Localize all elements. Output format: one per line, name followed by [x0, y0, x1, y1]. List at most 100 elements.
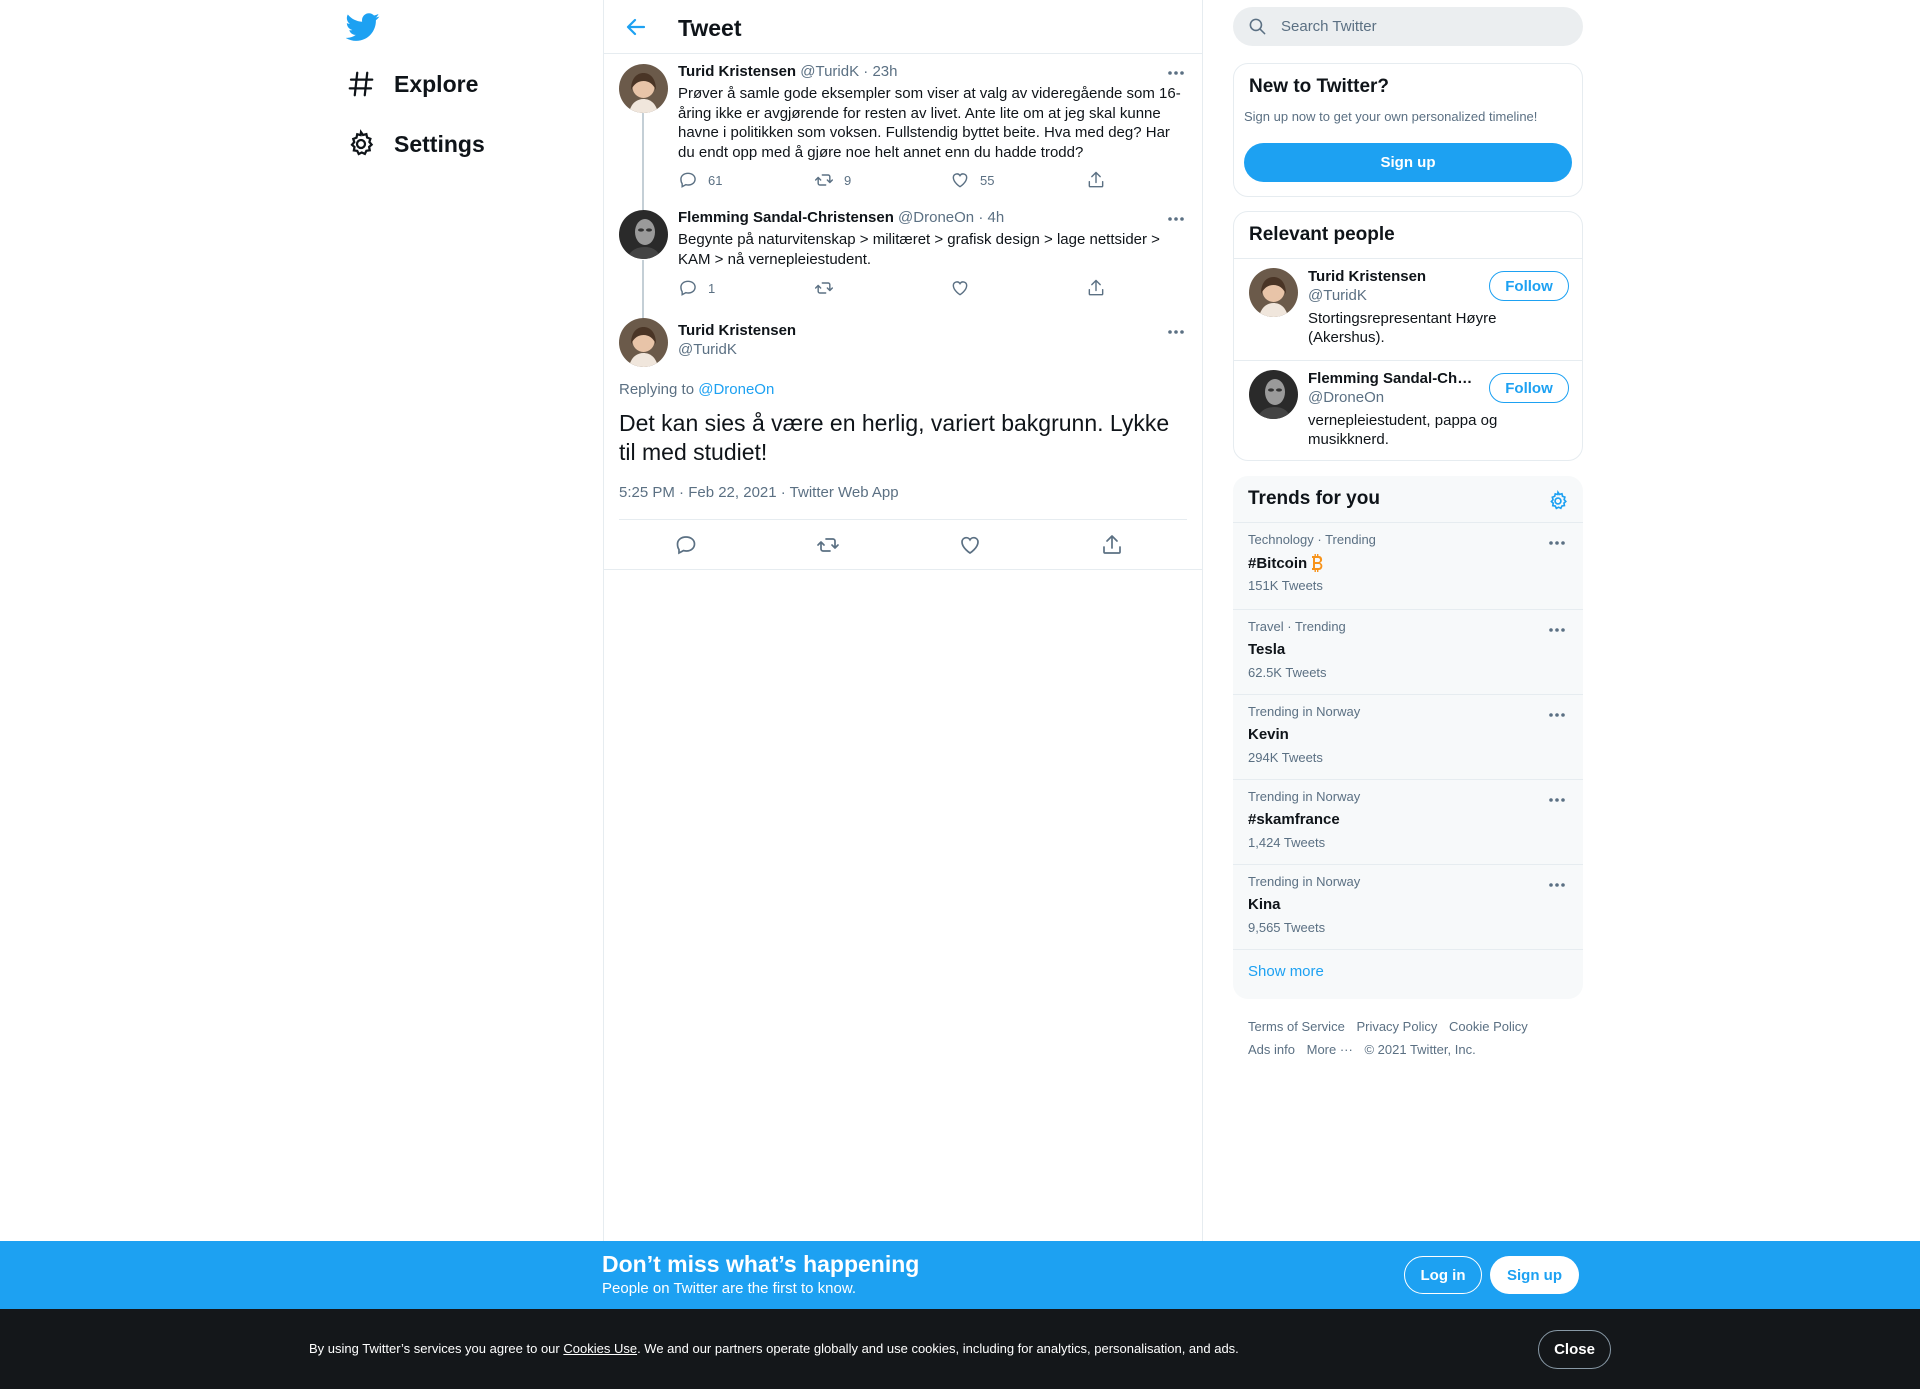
- footer-link-terms[interactable]: Terms of Service: [1248, 1019, 1345, 1034]
- heart-icon[interactable]: [958, 533, 982, 557]
- thread-connector: [642, 200, 644, 210]
- cookie-text: By using Twitter’s services you agree to…: [309, 1341, 1239, 1356]
- more-options-icon[interactable]: [1164, 211, 1188, 227]
- avatar[interactable]: [1249, 370, 1298, 419]
- more-options-icon[interactable]: [1545, 535, 1569, 551]
- author-name[interactable]: Turid Kristensen: [678, 322, 796, 339]
- show-more-link[interactable]: Show more: [1248, 963, 1324, 980]
- person-item[interactable]: Flemming Sandal-Christensen @DroneOn ver…: [1234, 360, 1582, 460]
- author-name-text[interactable]: Turid Kristensen: [678, 322, 796, 339]
- column-header: Tweet: [604, 0, 1202, 54]
- author-name[interactable]: Flemming Sandal-Christensen: [678, 209, 894, 226]
- retweet-icon[interactable]: [816, 533, 840, 557]
- nav-explore[interactable]: Explore: [346, 59, 478, 109]
- retweet-button[interactable]: [814, 278, 844, 298]
- dot-separator: ·: [978, 209, 984, 226]
- relevant-people-card: Relevant people Turid Kristensen @TuridK…: [1233, 211, 1583, 461]
- signup-card-title: New to Twitter?: [1249, 76, 1390, 97]
- avatar[interactable]: [619, 318, 668, 367]
- divider: [1233, 949, 1583, 950]
- trends-card: Trends for you Technology · Trending #Bi…: [1233, 476, 1583, 999]
- more-options-icon[interactable]: [1545, 877, 1569, 893]
- settings-gear-icon[interactable]: [1547, 490, 1569, 512]
- person-item[interactable]: Turid Kristensen @TuridK Stortingsrepres…: [1234, 258, 1582, 360]
- tweet-time[interactable]: 23h: [872, 63, 897, 80]
- share-button[interactable]: [1086, 278, 1116, 298]
- footer-link-privacy[interactable]: Privacy Policy: [1356, 1019, 1437, 1034]
- footer-link-more[interactable]: More ···: [1307, 1042, 1353, 1057]
- trend-name: #Bitcoin: [1248, 554, 1308, 572]
- trend-tweet-count: 294K Tweets: [1248, 750, 1323, 765]
- thread-tweet[interactable]: Turid Kristensen @TuridK · 23h Prøver å …: [604, 55, 1202, 201]
- share-button[interactable]: [1086, 170, 1116, 190]
- trend-item[interactable]: Trending in Norway Kevin 294K Tweets: [1233, 694, 1583, 779]
- nav-settings-label: Settings: [394, 130, 485, 157]
- footer-links: Terms of Service Privacy Policy Cookie P…: [1248, 1015, 1578, 1061]
- cookie-text-after: . We and our partners operate globally a…: [637, 1341, 1239, 1356]
- twitter-logo-icon[interactable]: [346, 10, 386, 44]
- author-handle[interactable]: @TuridK: [800, 63, 859, 80]
- trend-name: #skamfrance: [1248, 811, 1340, 828]
- reply-button[interactable]: 1: [678, 278, 715, 298]
- back-arrow-icon[interactable]: [624, 15, 648, 39]
- sign-up-button[interactable]: Sign up: [1244, 143, 1572, 182]
- trend-item[interactable]: Travel · Trending Tesla 62.5K Tweets: [1233, 609, 1583, 694]
- share-icon[interactable]: [1100, 533, 1124, 557]
- cookies-use-link[interactable]: Cookies Use: [563, 1341, 637, 1356]
- avatar[interactable]: [619, 64, 668, 113]
- focused-tweet: Turid Kristensen @TuridK Replying to @Dr…: [604, 312, 1202, 570]
- tweet-time[interactable]: 4h: [987, 209, 1004, 226]
- share-icon: [1088, 279, 1104, 296]
- person-name[interactable]: Turid Kristensen: [1308, 268, 1478, 285]
- trend-item[interactable]: Trending in Norway #skamfrance 1,424 Twe…: [1233, 779, 1583, 864]
- nav-settings[interactable]: Settings: [346, 119, 485, 169]
- reply-button[interactable]: 61: [678, 170, 722, 190]
- avatar[interactable]: [619, 210, 668, 259]
- trend-tweet-count: 9,565 Tweets: [1248, 920, 1326, 935]
- like-button[interactable]: [950, 278, 980, 298]
- close-button[interactable]: Close: [1538, 1330, 1611, 1369]
- like-button[interactable]: 55: [950, 170, 994, 190]
- log-in-button[interactable]: Log in: [1404, 1256, 1482, 1294]
- person-handle[interactable]: @TuridK: [1308, 287, 1367, 304]
- signup-banner-title: Don’t miss what’s happening: [602, 1251, 920, 1277]
- sign-up-button[interactable]: Sign up: [1490, 1256, 1579, 1294]
- bitcoin-icon: [1310, 554, 1324, 572]
- tweet-timestamp[interactable]: 5:25 PM · Feb 22, 2021 · Twitter Web App: [619, 484, 899, 501]
- more-options-icon[interactable]: [1545, 622, 1569, 638]
- follow-button[interactable]: Follow: [1489, 271, 1569, 301]
- replying-to-link[interactable]: @DroneOn: [698, 381, 774, 398]
- search-icon: [1249, 18, 1266, 35]
- footer-link-cookie[interactable]: Cookie Policy: [1449, 1019, 1528, 1034]
- author-name[interactable]: Turid Kristensen: [678, 63, 796, 80]
- trend-item[interactable]: Technology · Trending #Bitcoin 151K Twee…: [1233, 522, 1583, 607]
- thread-tweet[interactable]: Flemming Sandal-Christensen @DroneOn · 4…: [604, 200, 1202, 312]
- more-options-icon[interactable]: [1545, 707, 1569, 723]
- more-options-icon[interactable]: [1164, 65, 1188, 81]
- person-bio: Stortingsrepresentant Høyre (Akershus).: [1308, 310, 1497, 346]
- more-options-icon[interactable]: [1164, 324, 1188, 340]
- trend-tweet-count: 151K Tweets: [1248, 578, 1323, 593]
- cookie-text-before: By using Twitter’s services you agree to…: [309, 1341, 564, 1356]
- footer-link-ads[interactable]: Ads info: [1248, 1042, 1295, 1057]
- trend-item[interactable]: Trending in Norway Kina 9,565 Tweets: [1233, 864, 1583, 949]
- reply-count: 61: [708, 172, 723, 188]
- heart-icon: [952, 173, 968, 188]
- person-name[interactable]: Flemming Sandal-Christensen: [1308, 370, 1478, 387]
- retweet-button[interactable]: 9: [814, 170, 851, 190]
- search-bar[interactable]: [1233, 7, 1583, 46]
- reply-icon[interactable]: [674, 533, 698, 557]
- author-handle[interactable]: @DroneOn: [898, 209, 974, 226]
- search-input[interactable]: [1281, 7, 1571, 46]
- reply-count: 1: [708, 280, 716, 296]
- more-options-icon[interactable]: [1545, 792, 1569, 808]
- person-handle[interactable]: @DroneOn: [1308, 389, 1384, 406]
- avatar[interactable]: [1249, 268, 1298, 317]
- footer-copyright: © 2021 Twitter, Inc.: [1364, 1042, 1476, 1057]
- follow-button[interactable]: Follow: [1489, 373, 1569, 403]
- trend-name: Tesla: [1248, 641, 1286, 658]
- author-handle[interactable]: @TuridK: [678, 341, 737, 358]
- tweet-actions: 61 9 55: [678, 170, 1108, 192]
- signup-card-subtitle: Sign up now to get your own personalized…: [1244, 109, 1538, 124]
- replying-to: Replying to @DroneOn: [619, 381, 774, 398]
